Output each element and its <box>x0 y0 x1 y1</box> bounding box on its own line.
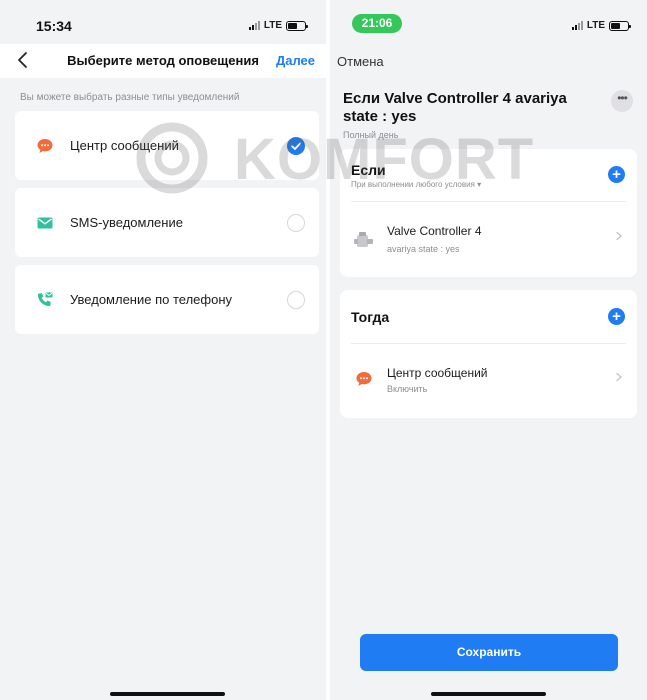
home-indicator <box>110 692 225 696</box>
add-condition-button[interactable]: + <box>608 166 625 183</box>
signal-icon <box>248 21 260 30</box>
selected-check-icon[interactable] <box>287 137 305 155</box>
more-options-icon[interactable]: ••• <box>611 90 633 112</box>
nav-bar: Выберите метод оповещения Далее <box>0 44 326 78</box>
condition-detail: avariya state : yes <box>387 244 460 254</box>
schedule-subtitle: Полный день <box>343 130 399 140</box>
radio-button[interactable] <box>287 214 305 232</box>
valve-device-icon <box>354 232 373 247</box>
status-indicators: LTE <box>571 20 631 31</box>
next-button[interactable]: Далее <box>276 53 315 68</box>
network-label: LTE <box>586 20 605 31</box>
caret-down-icon: ▾ <box>477 180 482 189</box>
radio-button[interactable] <box>287 291 305 309</box>
if-heading: Если <box>351 162 386 178</box>
phone-icon <box>37 292 53 307</box>
hint-text: Вы можете выбрать разные типы уведомлени… <box>20 92 240 103</box>
message-center-icon <box>37 139 53 153</box>
notification-method-screen: 15:34 LTE Выберите метод оповещения Дале… <box>0 0 326 700</box>
message-center-icon <box>356 372 372 386</box>
chevron-right-icon <box>616 231 622 241</box>
option-label: Уведомление по телефону <box>70 292 232 307</box>
option-message-center[interactable]: Центр сообщений <box>15 111 319 180</box>
condition-mode-label: При выполнении любого условия <box>351 180 475 189</box>
divider <box>351 201 626 202</box>
save-button[interactable]: Сохранить <box>360 634 618 671</box>
home-indicator <box>431 692 546 696</box>
battery-icon <box>609 20 631 31</box>
status-time: 15:34 <box>36 18 72 34</box>
condition-mode-selector[interactable]: При выполнении любого условия ▾ <box>351 180 481 189</box>
then-card: Тогда + Центр сообщений Включить <box>340 290 637 418</box>
chevron-right-icon <box>616 372 622 382</box>
add-action-button[interactable]: + <box>608 308 625 325</box>
status-indicators: LTE <box>248 20 308 31</box>
status-bar: 21:06 LTE <box>330 0 647 44</box>
status-time: 21:06 <box>352 14 402 33</box>
network-label: LTE <box>263 20 282 31</box>
status-bar: 15:34 LTE <box>0 0 326 44</box>
action-name: Центр сообщений <box>387 366 488 380</box>
cancel-button[interactable]: Отмена <box>337 54 384 69</box>
automation-edit-screen: 21:06 LTE Отмена Если Valve Controller 4… <box>330 0 647 700</box>
option-sms[interactable]: SMS-уведомление <box>15 188 319 257</box>
envelope-icon <box>37 217 53 229</box>
condition-device-name: Valve Controller 4 <box>387 224 482 238</box>
battery-icon <box>286 20 308 31</box>
option-phone-call[interactable]: Уведомление по телефону <box>15 265 319 334</box>
signal-icon <box>571 21 583 30</box>
if-card: Если При выполнении любого условия ▾ + V… <box>340 149 637 277</box>
then-heading: Тогда <box>351 309 390 325</box>
action-detail: Включить <box>387 384 428 394</box>
automation-title: Если Valve Controller 4 avariya state : … <box>343 90 567 125</box>
option-label: SMS-уведомление <box>70 215 183 230</box>
option-label: Центр сообщений <box>70 138 179 153</box>
divider <box>351 343 626 344</box>
